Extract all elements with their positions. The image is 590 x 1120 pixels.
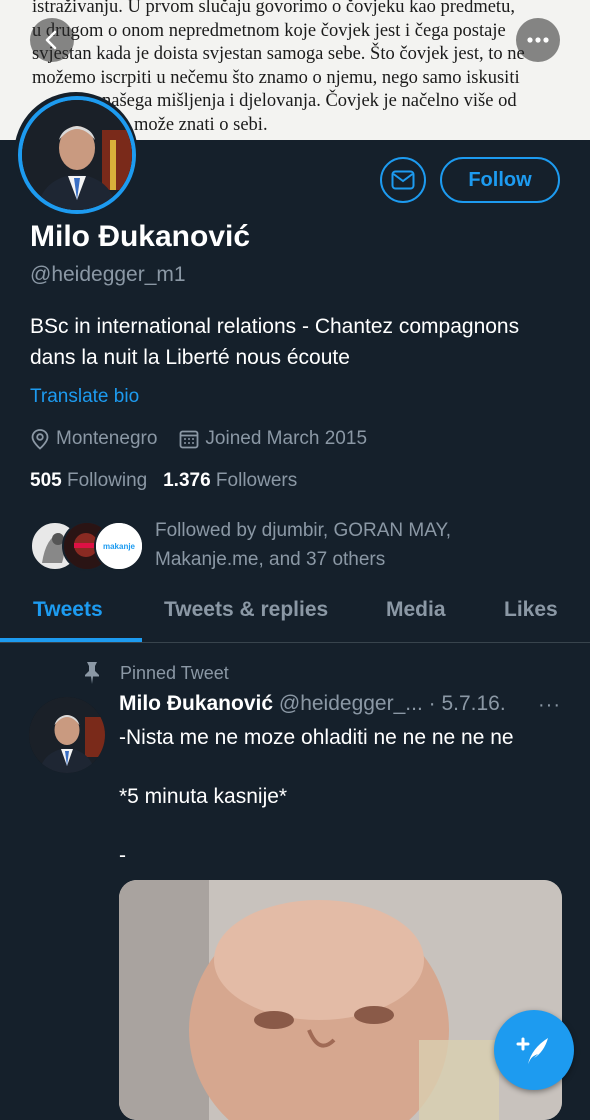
followed-by-text[interactable]: Followed by djumbir, GORAN MAY, Makanje.…	[155, 516, 555, 574]
banner-line: istraživanju. U prvom slučaju govorimo o…	[32, 0, 515, 17]
tweet-date[interactable]: · 5.7.16.	[429, 692, 506, 715]
calendar-icon	[180, 430, 199, 449]
followed-by-avatars[interactable]: makanje	[30, 521, 144, 571]
followers-count: 1.376	[163, 470, 211, 491]
tweet-text-line: -Nista me ne moze ohladiti ne ne ne ne n…	[119, 726, 514, 749]
message-button[interactable]	[380, 157, 426, 203]
tweet-more-button[interactable]: ···	[538, 694, 561, 717]
profile-meta: Montenegro Joined March 2015	[30, 428, 389, 450]
pin-icon	[85, 662, 99, 684]
join-date: Joined March 2015	[179, 428, 367, 450]
pinned-text: Pinned Tweet	[120, 662, 229, 683]
profile-avatar[interactable]	[14, 92, 138, 216]
tweet-author-name[interactable]: Milo Đukanović	[119, 692, 273, 715]
translate-bio-link[interactable]: Translate bio	[30, 386, 139, 408]
video-thumbnail	[119, 880, 562, 1120]
followers-link[interactable]: 1.376 Followers	[163, 470, 297, 491]
tweet-author-handle[interactable]: @heidegger_...	[279, 692, 423, 715]
location: Montenegro	[30, 428, 157, 450]
tab-tweets[interactable]: Tweets	[33, 598, 103, 622]
tweet-avatar-photo	[29, 697, 105, 773]
following-label: Following	[66, 470, 148, 491]
active-tab-indicator	[0, 638, 142, 642]
compose-tweet-icon	[516, 1037, 548, 1064]
follower-avatar: makanje	[94, 521, 144, 571]
joined-text: Joined March 2015	[205, 428, 368, 449]
following-link[interactable]: 505 Following	[30, 470, 147, 491]
banner-line: svjestan kada je doista svjestan samoga …	[32, 44, 525, 64]
mail-icon	[391, 170, 415, 190]
tab-likes[interactable]: Likes	[504, 598, 558, 622]
follower-avatar-text: makanje	[103, 542, 136, 551]
pinned-tweet-label: Pinned Tweet	[82, 661, 229, 685]
back-button[interactable]	[30, 18, 74, 62]
follow-counts: 505 Following 1.376 Followers	[30, 470, 297, 492]
banner-line: možemo iscrpiti u nečemu što znamo o nje…	[32, 67, 520, 88]
tweet-text-line: -	[119, 844, 126, 867]
followers-label: Followers	[215, 470, 298, 491]
tweet-header: Milo Đukanović @heidegger_... · 5.7.16.	[119, 692, 506, 716]
compose-tweet-button[interactable]	[494, 1010, 574, 1090]
tweet-media-video[interactable]	[119, 880, 562, 1120]
profile-handle: @heidegger_m1	[30, 263, 186, 286]
avatar-image	[18, 96, 136, 214]
follow-button[interactable]: Follow	[440, 157, 560, 203]
profile-bio: BSc in international relations - Chantez…	[30, 315, 520, 369]
location-text: Montenegro	[56, 428, 158, 449]
more-options-button[interactable]	[516, 18, 560, 62]
banner-line: u drugom o onom nepredmetnom koje čovjek…	[32, 20, 506, 41]
tab-tweets-replies[interactable]: Tweets & replies	[164, 598, 328, 622]
more-horizontal-icon	[527, 37, 549, 43]
back-arrow-icon	[45, 30, 57, 50]
profile-tabs: Tweets Tweets & replies Media Likes	[0, 588, 590, 643]
tweet-text-line: *5 minuta kasnije*	[119, 785, 288, 808]
tweet-author-avatar[interactable]	[29, 697, 105, 773]
avatar-photo	[22, 100, 132, 210]
profile-name: Milo Đukanović	[30, 220, 251, 253]
location-pin-icon	[31, 429, 49, 450]
following-count: 505	[30, 470, 62, 491]
tab-media[interactable]: Media	[386, 598, 446, 622]
